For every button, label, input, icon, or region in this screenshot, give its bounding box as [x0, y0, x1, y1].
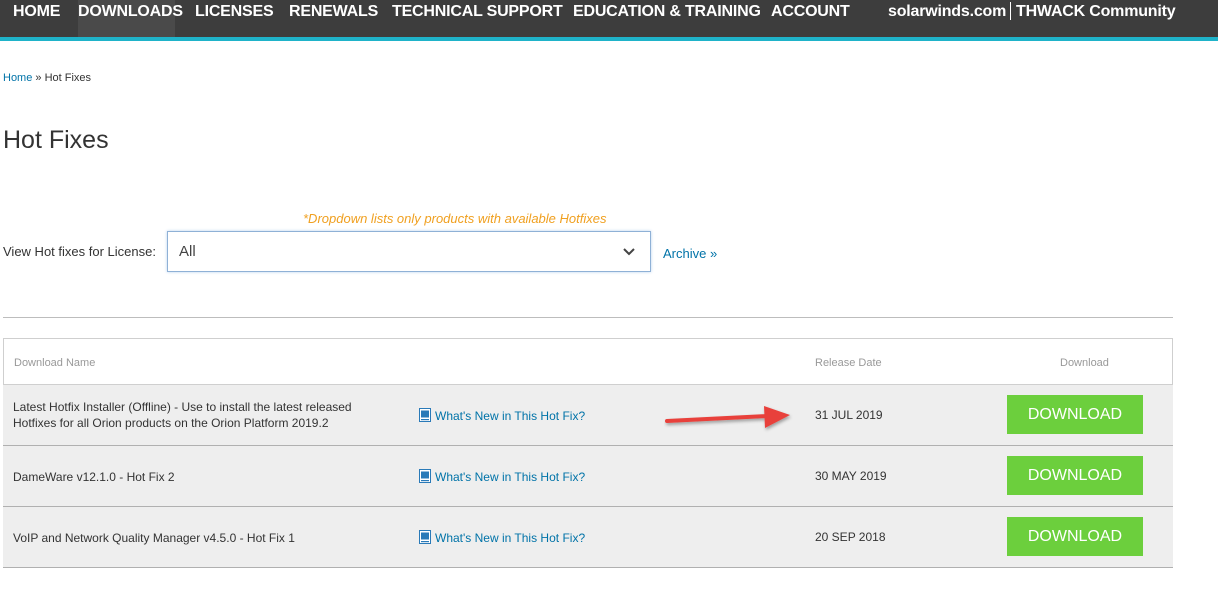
nav-licenses[interactable]: LICENSES	[195, 0, 274, 37]
breadcrumb-separator: »	[35, 72, 42, 84]
nav-solarwinds-link[interactable]: solarwinds.com	[888, 0, 1006, 37]
table-row: Latest Hotfix Installer (Offline) - Use …	[3, 385, 1173, 446]
header-release-date: Release Date	[815, 357, 882, 369]
breadcrumb-home-link[interactable]: Home	[3, 72, 32, 84]
table-row: DameWare v12.1.0 - Hot Fix 2 What's New …	[3, 446, 1173, 507]
whats-new-link[interactable]: What's New in This Hot Fix?	[419, 408, 585, 423]
nav-education-training[interactable]: EDUCATION & TRAINING	[573, 0, 761, 37]
nav-renewals[interactable]: RENEWALS	[289, 0, 378, 37]
row-release-date: 31 JUL 2019	[815, 408, 883, 422]
breadcrumb: Home » Hot Fixes	[3, 72, 91, 84]
red-arrow-annotation	[665, 406, 790, 428]
pdf-document-icon	[419, 469, 431, 483]
row-download-name: VoIP and Network Quality Manager v4.5.0 …	[13, 531, 295, 545]
header-download-name: Download Name	[14, 357, 96, 369]
nav-downloads[interactable]: DOWNLOADS	[78, 0, 183, 41]
table-row: VoIP and Network Quality Manager v4.5.0 …	[3, 507, 1173, 568]
chevron-down-icon	[623, 248, 635, 256]
row-download-name: Latest Hotfix Installer (Offline) - Use …	[13, 400, 352, 430]
download-button[interactable]: DOWNLOAD	[1007, 517, 1143, 556]
nav-accent-stripe	[0, 37, 1218, 41]
nav-separator	[1010, 2, 1011, 20]
license-filter-label: View Hot fixes for License:	[3, 244, 156, 259]
download-button[interactable]: DOWNLOAD	[1007, 395, 1143, 434]
whats-new-label: What's New in This Hot Fix?	[435, 531, 586, 545]
breadcrumb-current: Hot Fixes	[44, 72, 92, 84]
table-header: Download Name Release Date Download	[3, 338, 1173, 385]
row-download-name: DameWare v12.1.0 - Hot Fix 2	[13, 470, 175, 484]
page-title: Hot Fixes	[3, 126, 109, 154]
top-navigation-bar: HOME DOWNLOADS LICENSES RENEWALS TECHNIC…	[0, 0, 1218, 41]
license-select[interactable]: All	[167, 231, 651, 272]
nav-account[interactable]: ACCOUNT	[771, 0, 850, 37]
nav-thwack-link[interactable]: THWACK Community	[1016, 0, 1176, 37]
nav-technical-support[interactable]: TECHNICAL SUPPORT	[392, 0, 563, 37]
whats-new-link[interactable]: What's New in This Hot Fix?	[419, 530, 585, 545]
nav-home[interactable]: HOME	[13, 0, 60, 37]
hotfix-table: Download Name Release Date Download Late…	[3, 338, 1173, 568]
whats-new-link[interactable]: What's New in This Hot Fix?	[419, 469, 585, 484]
divider	[3, 317, 1173, 318]
dropdown-note: *Dropdown lists only products with avail…	[303, 211, 607, 226]
pdf-document-icon	[419, 408, 431, 422]
download-button[interactable]: DOWNLOAD	[1007, 456, 1143, 495]
row-release-date: 20 SEP 2018	[815, 530, 886, 544]
archive-link[interactable]: Archive »	[663, 246, 717, 261]
pdf-document-icon	[419, 530, 431, 544]
row-release-date: 30 MAY 2019	[815, 469, 887, 483]
whats-new-label: What's New in This Hot Fix?	[435, 470, 586, 484]
header-download: Download	[1060, 357, 1109, 369]
whats-new-label: What's New in This Hot Fix?	[435, 409, 586, 423]
license-select-value: All	[179, 243, 196, 260]
